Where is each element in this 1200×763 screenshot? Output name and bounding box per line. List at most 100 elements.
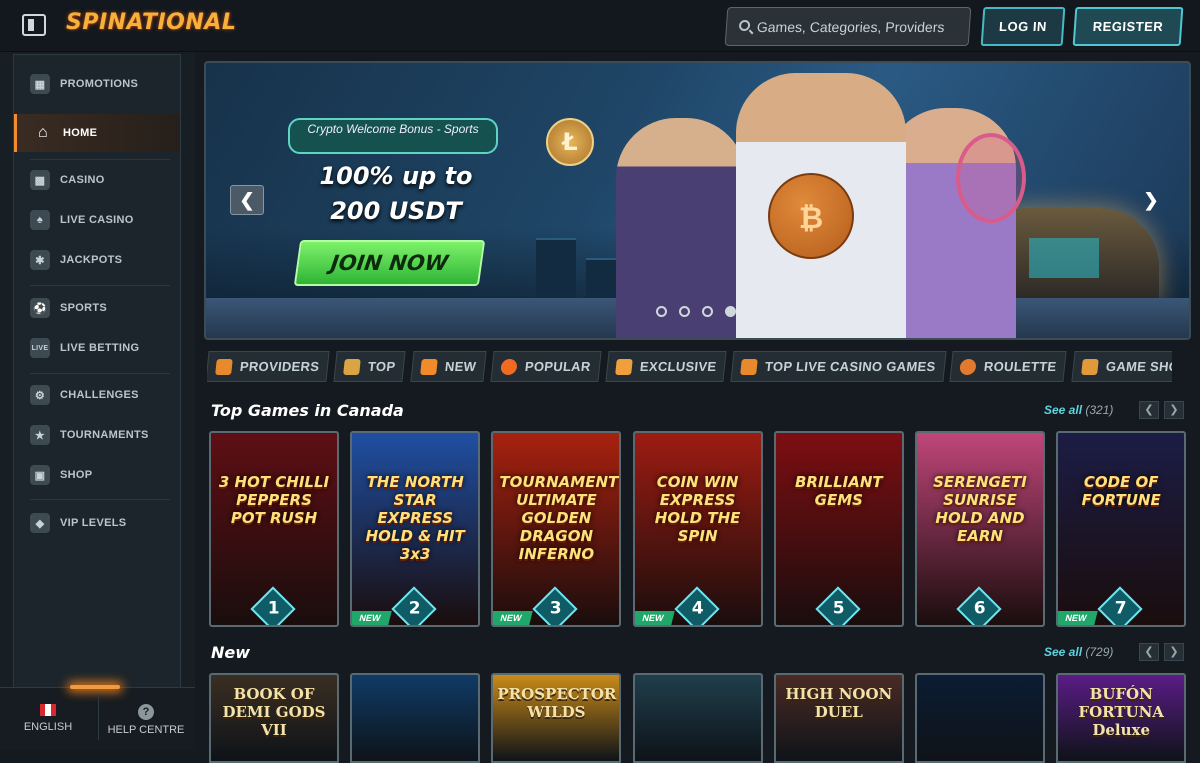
game-card[interactable]: SERENGETI SUNRISE HOLD AND EARN 6 <box>915 431 1045 627</box>
carousel-dot[interactable] <box>679 306 690 317</box>
logo[interactable]: SPINATIONAL <box>66 10 236 35</box>
gem-icon <box>614 358 633 375</box>
hero-banner[interactable]: Ł ₿ Crypto Welcome Bonus - Sports 100% u… <box>204 61 1191 340</box>
rank-badge: 1 <box>250 586 296 625</box>
join-now-button[interactable]: JOIN NOW <box>293 240 486 286</box>
shop-bag-icon: ▣ <box>30 465 50 485</box>
carousel-dots <box>656 306 736 317</box>
category-top-live-casino[interactable]: TOP LIVE CASINO GAMES <box>730 351 947 382</box>
rank-number: 1 <box>267 598 280 619</box>
lightning-icon <box>419 358 438 375</box>
rank-badge: 7 <box>1097 586 1143 625</box>
game-title: 3 HOT CHILLI PEPPERS POT RUSH <box>218 473 330 527</box>
category-label: GAME SHOWS <box>1105 359 1172 374</box>
category-label: PROVIDERS <box>239 359 321 374</box>
providers-icon <box>215 358 233 375</box>
rank-badge: 6 <box>956 586 1002 625</box>
help-label: HELP CENTRE <box>107 724 185 736</box>
game-card[interactable]: THE NORTH STAR EXPRESS HOLD & HIT 3x3 2 NE… <box>350 431 481 627</box>
sidebar-item-jackpots[interactable]: ✱ JACKPOTS <box>14 241 180 279</box>
carousel-next-button[interactable]: ❯ <box>1134 185 1168 215</box>
tournament-icon: ★ <box>30 425 50 445</box>
sidebar-item-live-betting[interactable]: LIVE LIVE BETTING <box>14 329 180 367</box>
search-input[interactable] <box>755 8 965 45</box>
sidebar-item-tournaments[interactable]: ★ TOURNAMENTS <box>14 416 180 454</box>
section-title-top-games: Top Games in Canada <box>211 401 404 420</box>
cards-icon: ♠ <box>30 210 50 230</box>
game-title: THE NORTH STAR EXPRESS HOLD & HIT 3x3 <box>365 473 465 563</box>
login-button[interactable]: LOG IN <box>980 7 1066 46</box>
sidebar-item-home[interactable]: ⌂ HOME <box>14 114 180 152</box>
help-centre-link[interactable]: ? HELP CENTRE <box>106 704 186 736</box>
game-title: BUFÓN FORTUNA Deluxe <box>1078 685 1164 739</box>
language-label: ENGLISH <box>23 721 73 733</box>
challenge-icon: ⚙ <box>30 385 50 405</box>
sidebar-item-label: VIP LEVELS <box>60 517 127 529</box>
sidebar: ▦ PROMOTIONS ⌂ HOME ▩ CASINO ♠ LIVE CASINO ✱… <box>0 52 195 750</box>
new-badge: NEW <box>493 611 534 625</box>
sidebar-item-vip-levels[interactable]: ◆ VIP LEVELS <box>14 504 180 542</box>
rank-number: 7 <box>1114 598 1127 619</box>
scroll-left-button[interactable]: ❮ <box>1139 401 1159 419</box>
sidebar-item-sports[interactable]: ⚽ SPORTS <box>14 289 180 327</box>
category-popular[interactable]: POPULAR <box>490 351 602 382</box>
rank-number: 3 <box>550 598 563 619</box>
scroll-left-button[interactable]: ❮ <box>1139 643 1159 661</box>
category-roulette[interactable]: ROULETTE <box>949 351 1068 382</box>
category-label: NEW <box>443 359 477 374</box>
divider <box>30 285 170 286</box>
litecoin-icon: Ł <box>546 118 594 166</box>
star-icon <box>740 358 758 375</box>
sidebar-item-label: LIVE CASINO <box>60 214 134 226</box>
new-badge: NEW <box>352 611 392 625</box>
game-title: SERENGETI SUNRISE HOLD AND EARN <box>933 473 1027 545</box>
game-title: BRILLIANT GEMS <box>794 473 883 509</box>
game-card[interactable]: COIN WIN EXPRESS HOLD THE SPIN 4 NEW <box>632 431 763 627</box>
category-label: ROULETTE <box>983 359 1058 374</box>
category-new[interactable]: NEW <box>410 351 487 382</box>
see-all-top-games-link[interactable]: See all (321) <box>1044 403 1113 417</box>
category-game-shows[interactable]: GAME SHOWS <box>1071 351 1172 382</box>
rank-badge: 5 <box>815 586 861 625</box>
game-title: HIGH NOON DUEL <box>785 685 893 721</box>
language-selector[interactable]: ENGLISH <box>8 704 88 733</box>
soccer-ball-icon: ⚽ <box>30 298 50 318</box>
sidebar-item-casino[interactable]: ▩ CASINO <box>14 161 180 199</box>
rank-number: 2 <box>408 598 421 619</box>
category-exclusive[interactable]: EXCLUSIVE <box>604 351 727 382</box>
search-box[interactable] <box>724 7 972 46</box>
category-providers[interactable]: PROVIDERS <box>207 351 330 382</box>
carousel-dot-active[interactable] <box>725 306 736 317</box>
sidebar-item-promotions[interactable]: ▦ PROMOTIONS <box>14 65 180 103</box>
category-bar: PROVIDERS TOP NEW POPULAR EXCLUSIVE TOP … <box>207 351 1172 383</box>
see-all-label: See all <box>1044 645 1083 659</box>
divider <box>30 159 170 160</box>
canada-flag-icon <box>40 704 56 716</box>
carousel-dot[interactable] <box>656 306 667 317</box>
game-card[interactable]: 3 HOT CHILLI PEPPERS POT RUSH 1 <box>209 431 339 627</box>
sidebar-nav: ▦ PROMOTIONS ⌂ HOME ▩ CASINO ♠ LIVE CASINO ✱… <box>13 54 181 694</box>
sidebar-item-shop[interactable]: ▣ SHOP <box>14 456 180 494</box>
tennis-racket-icon <box>956 133 1026 223</box>
rank-number: 6 <box>973 598 986 619</box>
category-label: TOP LIVE CASINO GAMES <box>764 359 937 374</box>
search-icon <box>738 20 751 31</box>
sidebar-item-challenges[interactable]: ⚙ CHALLENGES <box>14 376 180 414</box>
top-bar: SPINATIONAL LOG IN REGISTER <box>0 0 1200 52</box>
category-top[interactable]: TOP <box>333 351 407 382</box>
sidebar-item-label: CHALLENGES <box>60 389 139 401</box>
category-label: POPULAR <box>524 359 592 374</box>
carousel-prev-button[interactable]: ❮ <box>230 185 264 215</box>
scroll-right-button[interactable]: ❯ <box>1164 401 1184 419</box>
register-button[interactable]: REGISTER <box>1072 7 1184 46</box>
sidebar-footer: ENGLISH ? HELP CENTRE <box>0 685 195 750</box>
game-card[interactable]: TOURNAMENT ULTIMATE GOLDEN DRAGON INFERN… <box>491 431 622 627</box>
new-badge: NEW <box>1058 611 1098 625</box>
scroll-right-button[interactable]: ❯ <box>1164 643 1184 661</box>
see-all-new-link[interactable]: See all (729) <box>1044 645 1113 659</box>
carousel-dot[interactable] <box>702 306 713 317</box>
sidebar-item-live-casino[interactable]: ♠ LIVE CASINO <box>14 201 180 239</box>
game-card[interactable]: BRILLIANT GEMS 5 <box>773 431 904 627</box>
game-card[interactable]: CODE OF FORTUNE 7 NEW <box>1056 431 1187 627</box>
sidebar-toggle-icon[interactable] <box>22 14 46 36</box>
